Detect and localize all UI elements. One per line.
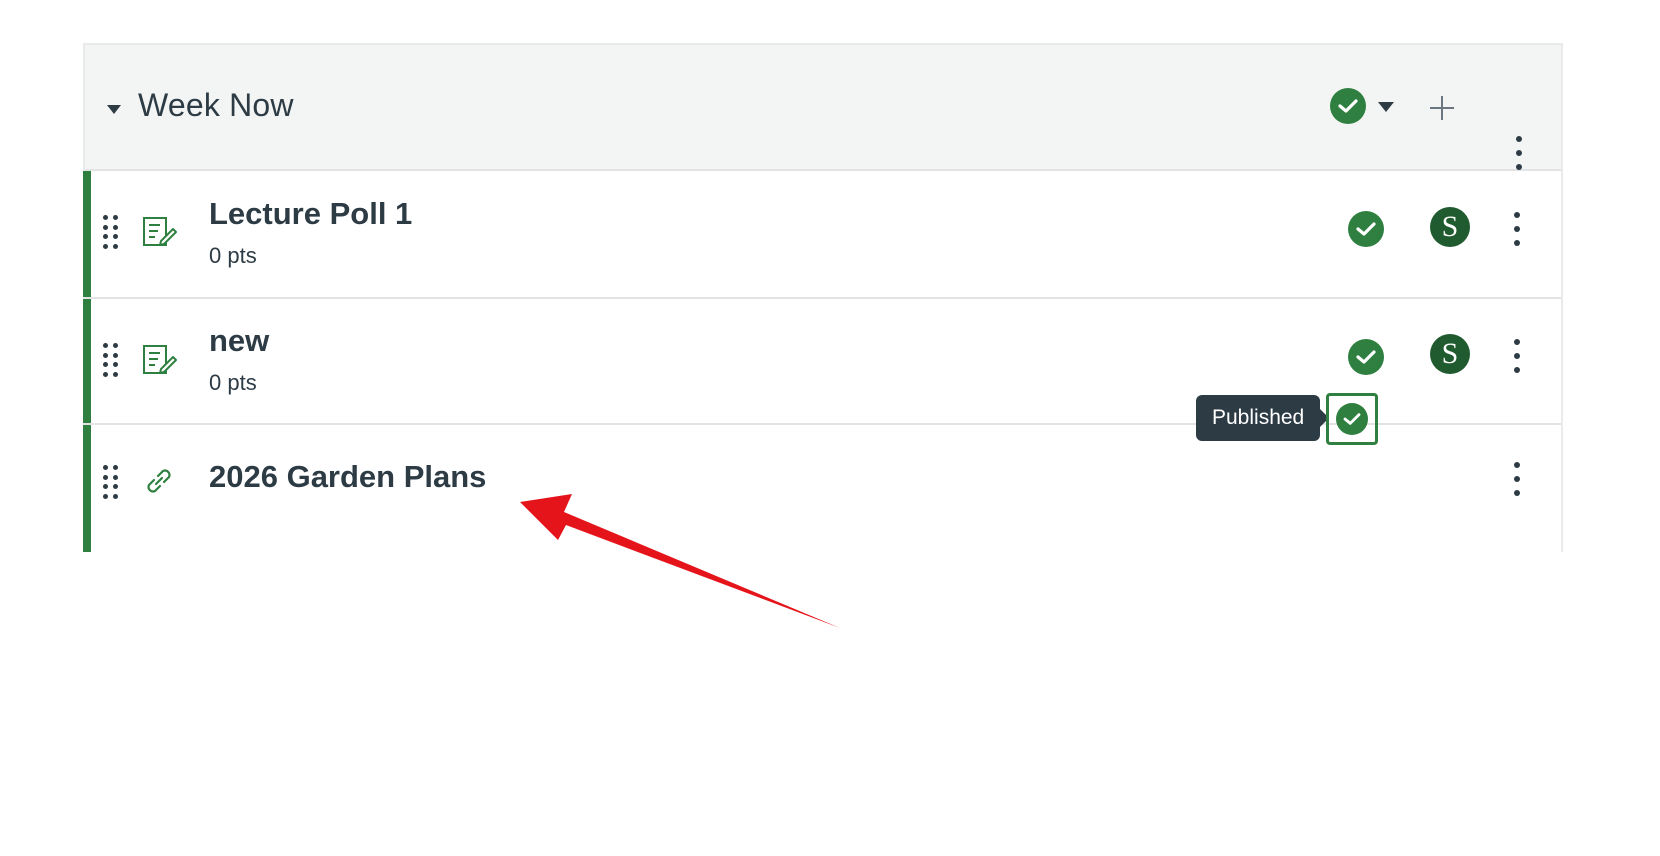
drag-handle-icon[interactable] [103, 215, 119, 249]
item-published-icon[interactable] [1336, 403, 1368, 435]
publish-menu-caret-icon[interactable] [1378, 102, 1394, 112]
collapse-caret-icon[interactable] [107, 105, 121, 114]
module-options-kebab-icon[interactable] [1513, 136, 1525, 170]
item-points: 0 pts [209, 243, 257, 268]
add-item-icon[interactable] [1428, 94, 1456, 122]
item-points: 0 pts [209, 370, 257, 395]
assign-to-avatar[interactable]: S [1430, 207, 1470, 247]
item-options-kebab-icon[interactable] [1511, 212, 1523, 246]
assign-to-avatar[interactable]: S [1430, 334, 1470, 374]
module-container: Week Now Lecture Poll 1 0 pts S new 0 pt… [83, 43, 1563, 552]
item-title-link[interactable]: Lecture Poll 1 [209, 196, 412, 232]
published-indicator-bar [83, 171, 91, 297]
drag-handle-icon[interactable] [103, 465, 119, 499]
published-tooltip: Published [1196, 395, 1330, 441]
module-item[interactable]: Lecture Poll 1 0 pts S [83, 171, 1561, 299]
quiz-icon [143, 217, 177, 246]
item-title-link[interactable]: new [209, 323, 269, 359]
quiz-icon [143, 345, 177, 374]
item-options-kebab-icon[interactable] [1511, 462, 1523, 496]
published-indicator-bar [83, 299, 91, 423]
published-indicator-bar [83, 425, 91, 552]
item-published-icon[interactable] [1348, 211, 1384, 247]
drag-handle-icon[interactable] [103, 343, 119, 377]
item-title-link[interactable]: 2026 Garden Plans [209, 459, 486, 495]
item-options-kebab-icon[interactable] [1511, 339, 1523, 373]
module-published-icon[interactable] [1330, 88, 1366, 124]
module-title: Week Now [138, 87, 294, 123]
item-published-icon[interactable] [1348, 339, 1384, 375]
module-header[interactable]: Week Now [85, 45, 1561, 171]
link-icon [147, 469, 171, 493]
